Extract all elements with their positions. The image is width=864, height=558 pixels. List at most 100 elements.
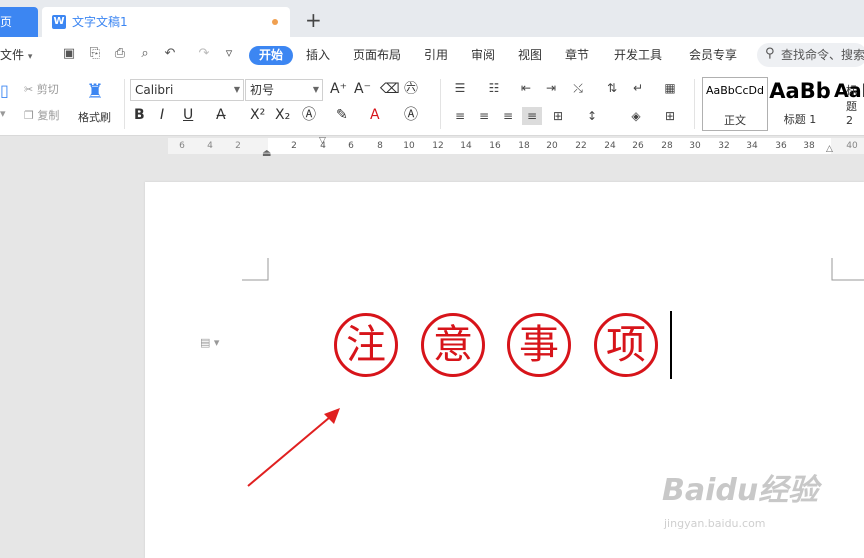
style-normal-label: 正文 xyxy=(724,114,746,127)
strikethrough-icon[interactable]: A̶ xyxy=(216,105,226,125)
first-line-indent-marker-icon[interactable]: ▽ xyxy=(319,136,326,146)
print-icon[interactable]: ⎙ xyxy=(113,47,127,61)
cut-button[interactable]: ✂ 剪切 xyxy=(24,81,59,97)
ruler-label: 24 xyxy=(604,141,616,151)
style-normal-sample: AaBbCcDd xyxy=(706,84,764,97)
numbered-list-icon[interactable]: ☷ xyxy=(486,81,502,95)
left-indent-marker-icon[interactable]: ⏏ xyxy=(262,148,271,159)
font-family-select[interactable]: Calibri ▼ xyxy=(130,79,244,101)
menu-item-developer[interactable]: 开发工具 xyxy=(614,37,662,73)
seal-char-text: 意 xyxy=(433,322,473,368)
shrink-font-icon[interactable]: A⁻ xyxy=(354,79,371,99)
command-search[interactable]: ⚲ 查找命令、搜索 xyxy=(757,43,864,67)
font-size-select[interactable]: 初号 ▼ xyxy=(245,79,323,101)
print-preview-icon[interactable]: ⌕ xyxy=(138,47,152,61)
table-icon[interactable]: ▦ xyxy=(662,81,678,95)
redo-icon[interactable]: ↷ xyxy=(197,47,211,61)
highlight-icon[interactable]: ✎ xyxy=(336,105,348,125)
new-tab-plus-icon[interactable]: + xyxy=(305,9,322,31)
clear-format-icon[interactable]: ⌫ xyxy=(380,79,400,99)
increase-indent-icon[interactable]: ⇥ xyxy=(543,81,559,95)
ruler-label: 22 xyxy=(575,141,587,151)
ruler-label: 14 xyxy=(460,141,472,151)
menu-item-home[interactable]: 开始 xyxy=(249,46,293,65)
tab-bar: 首页 W 文字文稿1 + xyxy=(0,0,864,37)
decrease-indent-icon[interactable]: ⇤ xyxy=(518,81,534,95)
underline-icon[interactable]: U xyxy=(183,105,193,125)
menu-file[interactable]: 文件 ▾ xyxy=(0,37,32,75)
bullet-list-icon[interactable]: ☰ xyxy=(452,81,468,95)
ruler-label: 18 xyxy=(518,141,530,151)
paragraph-layout-icon[interactable]: ▤ ▾ xyxy=(200,336,219,349)
sort-icon[interactable]: ⇅ xyxy=(604,81,620,95)
ruler-label: 34 xyxy=(746,141,758,151)
align-right-icon[interactable]: ≡ xyxy=(500,109,516,123)
menu-item-review[interactable]: 审阅 xyxy=(471,37,495,73)
menu-item-insert[interactable]: 插入 xyxy=(306,37,330,73)
ruler-label: 38 xyxy=(803,141,815,151)
style-heading-1-label: 标题 1 xyxy=(783,113,817,126)
divider xyxy=(440,79,441,129)
unsaved-dot-icon xyxy=(272,19,278,25)
margin-corner-top-left xyxy=(242,258,269,281)
bold-icon[interactable]: B xyxy=(134,105,145,125)
divider xyxy=(124,79,125,129)
copy-button[interactable]: ❐ 复制 xyxy=(24,107,59,123)
shading-icon[interactable]: ◈ xyxy=(628,109,644,123)
export-icon[interactable]: ⎘ xyxy=(88,47,102,61)
ruler-label: 26 xyxy=(632,141,644,151)
tab-document[interactable]: W 文字文稿1 xyxy=(42,7,290,37)
menu-item-member[interactable]: 会员专享 xyxy=(689,37,737,73)
distribute-icon[interactable]: ⊞ xyxy=(550,109,566,123)
font-family-value: Calibri xyxy=(135,83,174,97)
tab-home[interactable]: 首页 xyxy=(0,7,38,37)
ruler-left-margin xyxy=(168,138,268,154)
menu-item-layout[interactable]: 页面布局 xyxy=(353,37,401,73)
grow-font-icon[interactable]: A⁺ xyxy=(330,79,347,99)
watermark-url: jingyan.baidu.com xyxy=(664,517,766,530)
justify-icon[interactable]: ≡ xyxy=(522,107,542,125)
superscript-icon[interactable]: X² xyxy=(250,105,265,125)
ruler-label: 32 xyxy=(718,141,730,151)
align-left-icon[interactable]: ≡ xyxy=(452,109,468,123)
search-icon: ⚲ xyxy=(765,46,775,61)
text-effect-icon[interactable]: Ⓐ xyxy=(302,105,316,125)
cut-label: 剪切 xyxy=(36,83,59,96)
divider xyxy=(694,79,695,129)
seal-char: 注 xyxy=(334,313,398,377)
horizontal-ruler[interactable]: 6 4 2 2 4 6 8 10 12 14 16 18 20 22 24 26… xyxy=(168,138,864,154)
tab-home-label: 首页 xyxy=(0,15,13,29)
menu-item-chapter[interactable]: 章节 xyxy=(565,37,589,73)
ruler-label: 8 xyxy=(377,141,383,151)
tab-document-title: 文字文稿1 xyxy=(72,15,128,29)
format-painter-button[interactable]: ♜ 格式刷 xyxy=(78,77,114,129)
brush-icon: ♜ xyxy=(86,79,104,103)
phonetic-guide-icon[interactable]: ㊅ xyxy=(404,79,418,99)
paste-icon[interactable]: ▯ xyxy=(0,81,9,100)
subscript-icon[interactable]: X₂ xyxy=(275,105,290,125)
font-color-icon[interactable]: A xyxy=(370,105,380,125)
ruler-label: 6 xyxy=(348,141,354,151)
borders-icon[interactable]: ⊞ xyxy=(662,109,678,123)
save-icon[interactable]: ▣ xyxy=(62,47,76,61)
menu-item-view[interactable]: 视图 xyxy=(518,37,542,73)
more-dropdown-icon[interactable]: ▿ xyxy=(222,47,236,61)
chinese-layout-icon[interactable]: ⤯ xyxy=(570,81,586,95)
paste-dropdown-icon[interactable]: ▾ xyxy=(0,107,6,120)
style-normal[interactable]: AaBbCcDd 正文 xyxy=(702,77,768,131)
show-marks-icon[interactable]: ↵ xyxy=(630,81,646,95)
style-heading-1[interactable]: AaBb 标题 1 xyxy=(768,77,832,129)
watermark: Baidu经验 jingyan.baidu.com xyxy=(662,465,822,545)
menu-item-references[interactable]: 引用 xyxy=(424,37,448,73)
ruler-right-margin xyxy=(831,138,864,154)
ruler-label: 2 xyxy=(291,141,297,151)
right-indent-marker-icon[interactable]: △ xyxy=(826,144,833,154)
italic-icon[interactable]: I xyxy=(160,105,164,125)
char-border-icon[interactable]: Ⓐ xyxy=(404,105,418,125)
align-center-icon[interactable]: ≡ xyxy=(476,109,492,123)
style-heading-2[interactable]: AaB 标题 2 xyxy=(834,77,864,129)
margin-corner-top-right xyxy=(831,258,864,281)
line-spacing-icon[interactable]: ↕ xyxy=(584,109,600,123)
undo-icon[interactable]: ↶ xyxy=(163,47,177,61)
search-placeholder: 查找命令、搜索 xyxy=(781,48,864,62)
